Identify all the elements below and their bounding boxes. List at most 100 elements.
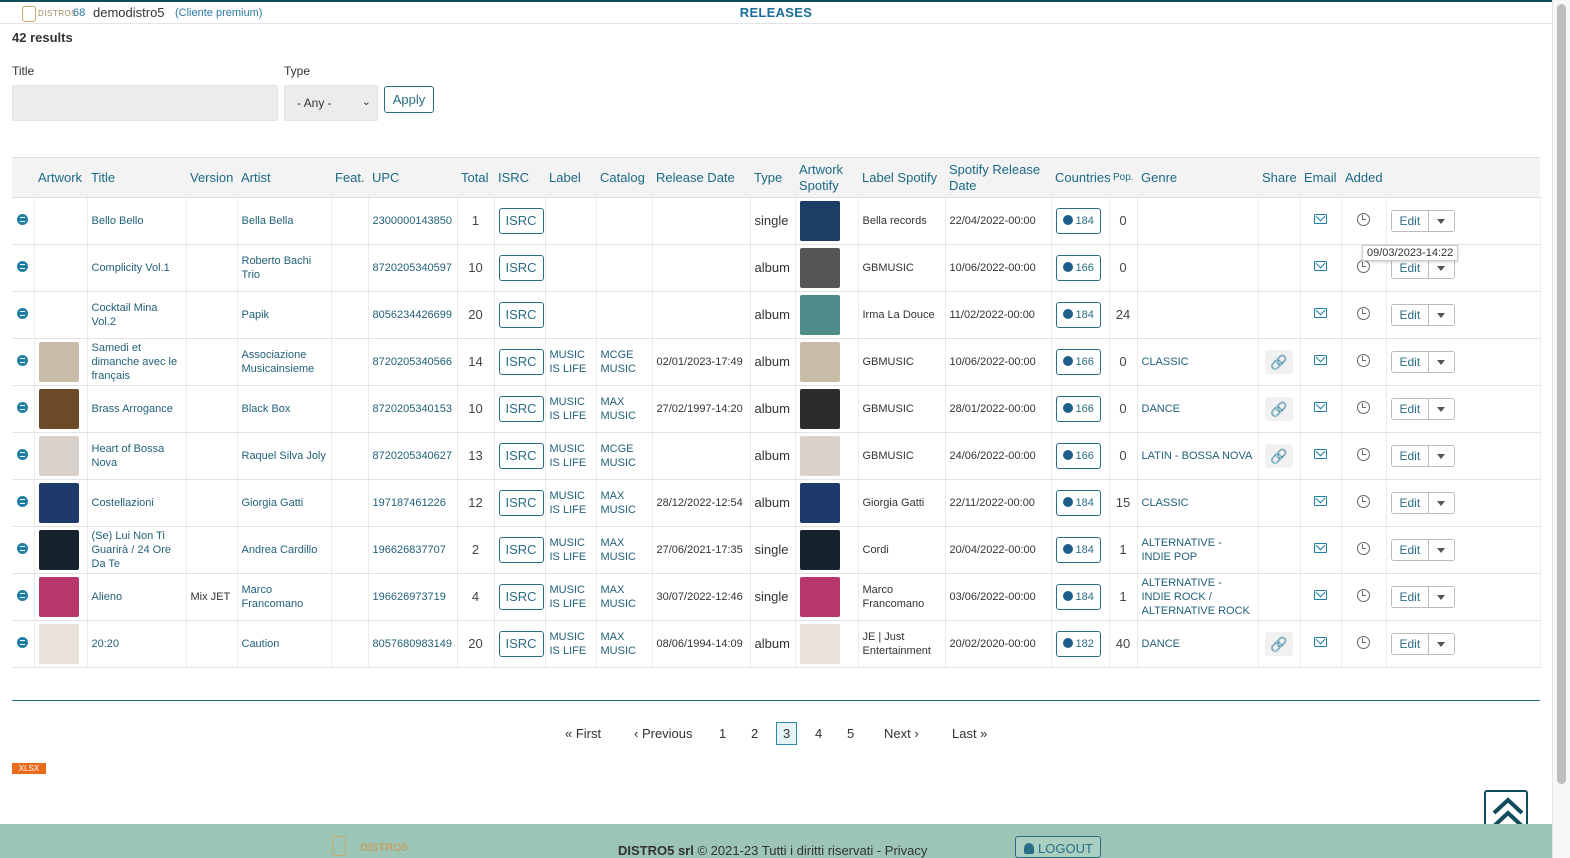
catalog-cell[interactable]: MAX MUSIC: [596, 573, 653, 621]
artwork-thumbnail[interactable]: [38, 530, 79, 570]
title-cell[interactable]: (Se) Lui Non Ti Guarirà / 24 Ore Da Te: [87, 526, 187, 574]
artwork-thumbnail[interactable]: [38, 577, 79, 617]
title-cell[interactable]: Costellazioni: [87, 479, 187, 527]
edit-dropdown-toggle[interactable]: [1428, 258, 1455, 278]
artist-cell[interactable]: Marco Francomano: [237, 573, 332, 621]
expand-cell[interactable]: [12, 291, 35, 339]
edit-button[interactable]: Edit: [1391, 211, 1429, 231]
label-cell[interactable]: MUSIC IS LIFE: [545, 385, 597, 433]
pager-page-current[interactable]: 3: [776, 722, 798, 745]
edit-dropdown-toggle[interactable]: [1428, 211, 1455, 231]
catalog-cell[interactable]: [596, 244, 653, 292]
title-cell[interactable]: Heart of Bossa Nova: [87, 432, 187, 480]
edit-button[interactable]: Edit: [1391, 587, 1429, 607]
clock-icon[interactable]: [1357, 635, 1370, 649]
edit-dropdown-toggle[interactable]: [1428, 305, 1455, 325]
notification-count[interactable]: 68: [73, 7, 85, 19]
title-cell[interactable]: 20:20: [87, 620, 187, 668]
distro5-logo[interactable]: DISTRO5: [22, 6, 76, 22]
edit-dropdown-toggle[interactable]: [1428, 352, 1455, 372]
catalog-cell[interactable]: MCGE MUSIC: [596, 338, 653, 386]
mail-icon[interactable]: [1314, 261, 1327, 271]
artist-cell[interactable]: Giorgia Gatti: [237, 479, 332, 527]
artwork-thumbnail[interactable]: [38, 624, 79, 664]
edit-button[interactable]: Edit: [1391, 540, 1429, 560]
title-cell[interactable]: Complicity Vol.1: [87, 244, 187, 292]
expand-cell[interactable]: [12, 573, 35, 621]
disc-icon[interactable]: [17, 448, 29, 460]
countries-button[interactable]: 166: [1055, 396, 1101, 422]
isrc-button[interactable]: ISRC: [498, 255, 544, 281]
countries-button[interactable]: 184: [1055, 208, 1101, 234]
spotify-artwork-thumbnail[interactable]: [799, 248, 840, 288]
spotify-artwork-thumbnail[interactable]: [799, 624, 840, 664]
mail-icon[interactable]: [1314, 355, 1327, 365]
clock-icon[interactable]: [1357, 541, 1370, 555]
clock-icon[interactable]: [1357, 400, 1370, 414]
disc-icon[interactable]: [17, 542, 29, 554]
edit-dropdown-toggle[interactable]: [1428, 399, 1455, 419]
edit-button[interactable]: Edit: [1391, 446, 1429, 466]
mail-icon[interactable]: [1314, 543, 1327, 553]
countries-button[interactable]: 182: [1055, 631, 1101, 657]
clock-icon[interactable]: [1357, 588, 1370, 602]
edit-dropdown-toggle[interactable]: [1428, 446, 1455, 466]
upc-cell[interactable]: 8720205340597: [368, 244, 458, 292]
title-cell[interactable]: Samedi et dimanche avec le français: [87, 338, 187, 386]
genre-cell[interactable]: ALTERNATIVE - INDIE ROCK / ALTERNATIVE R…: [1137, 573, 1259, 621]
clock-icon[interactable]: [1357, 259, 1370, 273]
expand-cell[interactable]: [12, 432, 35, 480]
isrc-button[interactable]: ISRC: [498, 584, 544, 610]
title-cell[interactable]: Bello Bello: [87, 197, 187, 245]
disc-icon[interactable]: [17, 589, 29, 601]
mail-icon[interactable]: [1314, 637, 1327, 647]
countries-button[interactable]: 166: [1055, 349, 1101, 375]
clock-icon[interactable]: [1357, 212, 1370, 226]
spotify-artwork-thumbnail[interactable]: [799, 436, 840, 476]
mail-icon[interactable]: [1314, 214, 1327, 224]
account-type-link[interactable]: (Cliente premium): [175, 7, 262, 19]
edit-dropdown-toggle[interactable]: [1428, 540, 1455, 560]
countries-button[interactable]: 166: [1055, 255, 1101, 281]
spotify-artwork-thumbnail[interactable]: [799, 389, 840, 429]
label-cell[interactable]: MUSIC IS LIFE: [545, 620, 597, 668]
countries-button[interactable]: 184: [1055, 490, 1101, 516]
edit-button[interactable]: Edit: [1391, 399, 1429, 419]
artist-cell[interactable]: Caution: [237, 620, 332, 668]
genre-cell[interactable]: CLASSIC: [1137, 479, 1259, 527]
edit-dropdown-toggle[interactable]: [1428, 587, 1455, 607]
title-cell[interactable]: Alieno: [87, 573, 187, 621]
page-scrollbar[interactable]: [1552, 0, 1570, 858]
xlsx-export-button[interactable]: XLSX: [12, 763, 46, 774]
catalog-cell[interactable]: MCGE MUSIC: [596, 432, 653, 480]
mail-icon[interactable]: [1314, 402, 1327, 412]
disc-icon[interactable]: [17, 260, 29, 272]
genre-cell[interactable]: [1137, 197, 1259, 245]
share-link-button[interactable]: 🔗: [1265, 444, 1293, 468]
mail-icon[interactable]: [1314, 308, 1327, 318]
edit-button[interactable]: Edit: [1391, 305, 1429, 325]
countries-button[interactable]: 184: [1055, 584, 1101, 610]
pager-page-5[interactable]: 5: [847, 726, 854, 741]
upc-cell[interactable]: 196626837707: [368, 526, 458, 574]
apply-button[interactable]: Apply: [384, 86, 434, 113]
genre-cell[interactable]: LATIN - BOSSA NOVA: [1137, 432, 1259, 480]
disc-icon[interactable]: [17, 307, 29, 319]
edit-dropdown-toggle[interactable]: [1428, 493, 1455, 513]
spotify-artwork-thumbnail[interactable]: [799, 342, 840, 382]
pager-page-4[interactable]: 4: [815, 726, 822, 741]
upc-cell[interactable]: 2300000143850: [368, 197, 458, 245]
title-cell[interactable]: Cocktail Mina Vol.2: [87, 291, 187, 339]
countries-button[interactable]: 166: [1055, 443, 1101, 469]
pager-previous[interactable]: ‹ Previous: [634, 726, 693, 741]
spotify-artwork-thumbnail[interactable]: [799, 201, 840, 241]
clock-icon[interactable]: [1357, 306, 1370, 320]
artist-cell[interactable]: Raquel Silva Joly: [237, 432, 332, 480]
artist-cell[interactable]: Associazione Musicainsieme: [237, 338, 332, 386]
artwork-thumbnail[interactable]: [38, 436, 79, 476]
pager-page-2[interactable]: 2: [751, 726, 758, 741]
label-cell[interactable]: MUSIC IS LIFE: [545, 526, 597, 574]
edit-button[interactable]: Edit: [1391, 258, 1429, 278]
clock-icon[interactable]: [1357, 353, 1370, 367]
label-cell[interactable]: [545, 197, 597, 245]
